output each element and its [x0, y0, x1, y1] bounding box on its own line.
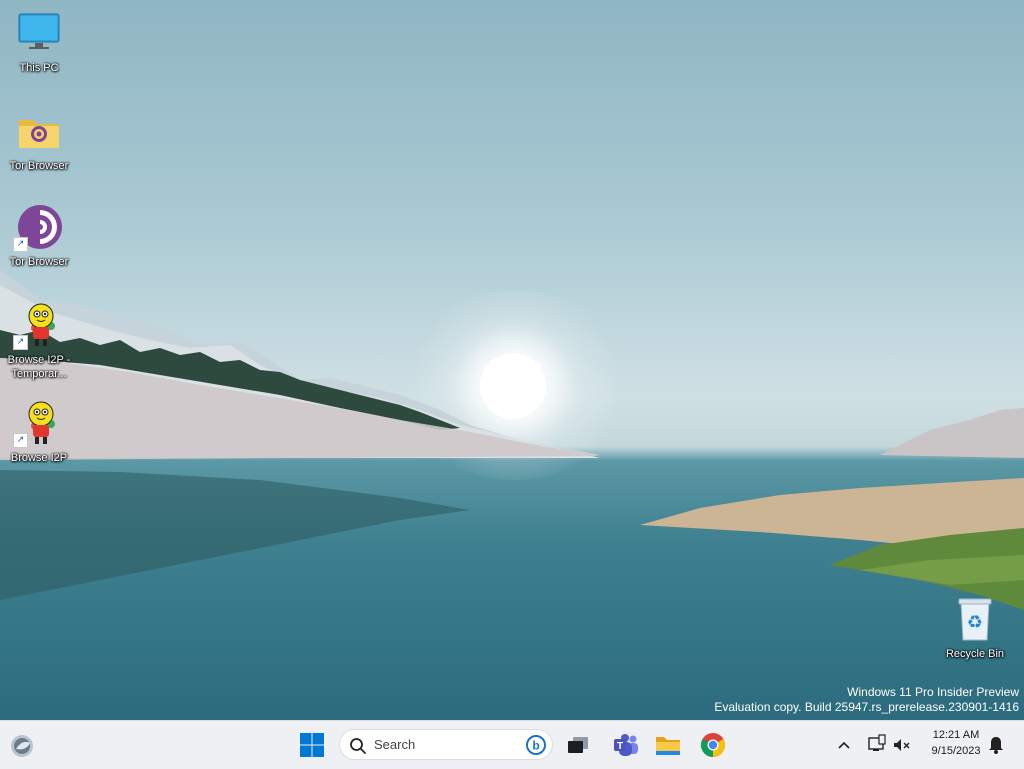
desktop-icon-label: Recycle Bin — [945, 648, 1005, 660]
search-icon — [350, 738, 366, 754]
clock-date: 9/15/2023 — [931, 745, 981, 757]
chrome-icon — [700, 733, 726, 757]
desktop-icon-tor-folder[interactable]: Tor Browser — [1, 108, 77, 173]
chrome-button[interactable] — [697, 729, 729, 761]
network-icon — [868, 734, 886, 751]
tor-browser-icon: ↗ — [13, 204, 63, 252]
shortcut-arrow-icon: ↗ — [13, 335, 28, 350]
i2p-icon: ↗ — [13, 302, 63, 350]
teams-button[interactable]: T — [610, 729, 642, 761]
desktop-icon-label: This PC — [19, 62, 59, 74]
desktop-icon-label: Browse I2P - Temporar... — [7, 354, 71, 380]
watermark-build: Evaluation copy. Build 25947.rs_prerelea… — [714, 700, 1019, 714]
bing-icon[interactable]: b — [524, 733, 548, 757]
start-icon — [300, 733, 324, 757]
desktop-icon-this-pc[interactable]: This PC — [1, 10, 77, 75]
monitor-icon — [15, 10, 63, 58]
i2p-icon: ↗ — [13, 400, 63, 448]
search-placeholder: Search — [374, 737, 416, 752]
task-view-button[interactable] — [562, 729, 594, 761]
widgets-icon — [11, 735, 33, 757]
taskbar: Search b T — [0, 720, 1024, 769]
clock-time: 12:21 AM — [932, 729, 980, 741]
shortcut-arrow-icon: ↗ — [13, 433, 28, 448]
desktop-icon-label: Tor Browser — [9, 160, 69, 172]
recycle-bin-icon: ♻ — [951, 596, 999, 644]
desktop: This PC Tor Browser ↗ Tor Browser ↗ Brow… — [0, 0, 1024, 720]
landscape — [0, 270, 1024, 610]
svg-text:b: b — [532, 739, 539, 753]
svg-text:♻: ♻ — [967, 612, 983, 633]
task-view-icon — [568, 737, 588, 753]
desktop-icon-i2p-temporary[interactable]: ↗ Browse I2P - Temporar... — [1, 302, 77, 381]
desktop-icon-label: Browse I2P — [10, 452, 68, 464]
desktop-icon-recycle-bin[interactable]: ♻ Recycle Bin — [937, 596, 1013, 661]
evaluation-watermark: Windows 11 Pro Insider Preview Evaluatio… — [714, 685, 1019, 715]
volume-muted-icon — [894, 739, 910, 751]
show-hidden-icons-button[interactable] — [830, 729, 858, 761]
file-explorer-icon — [656, 737, 680, 755]
file-explorer-button[interactable] — [652, 729, 684, 761]
taskbar-search-box[interactable]: Search b — [339, 729, 553, 760]
start-button[interactable] — [296, 729, 328, 761]
teams-icon: T — [614, 734, 638, 756]
widgets-button[interactable] — [6, 729, 38, 761]
clock[interactable]: 12:21 AM 9/15/2023 — [918, 727, 994, 759]
watermark-edition: Windows 11 Pro Insider Preview — [847, 685, 1019, 699]
tor-folder-icon — [15, 108, 63, 156]
desktop-icon-tor-browser[interactable]: ↗ Tor Browser — [1, 204, 77, 269]
desktop-icon-i2p[interactable]: ↗ Browse I2P — [1, 400, 77, 465]
desktop-icon-label: Tor Browser — [9, 256, 69, 268]
network-volume-button[interactable] — [862, 729, 914, 761]
chevron-up-icon — [838, 741, 850, 749]
shortcut-arrow-icon: ↗ — [13, 237, 28, 252]
svg-text:T: T — [617, 741, 623, 752]
